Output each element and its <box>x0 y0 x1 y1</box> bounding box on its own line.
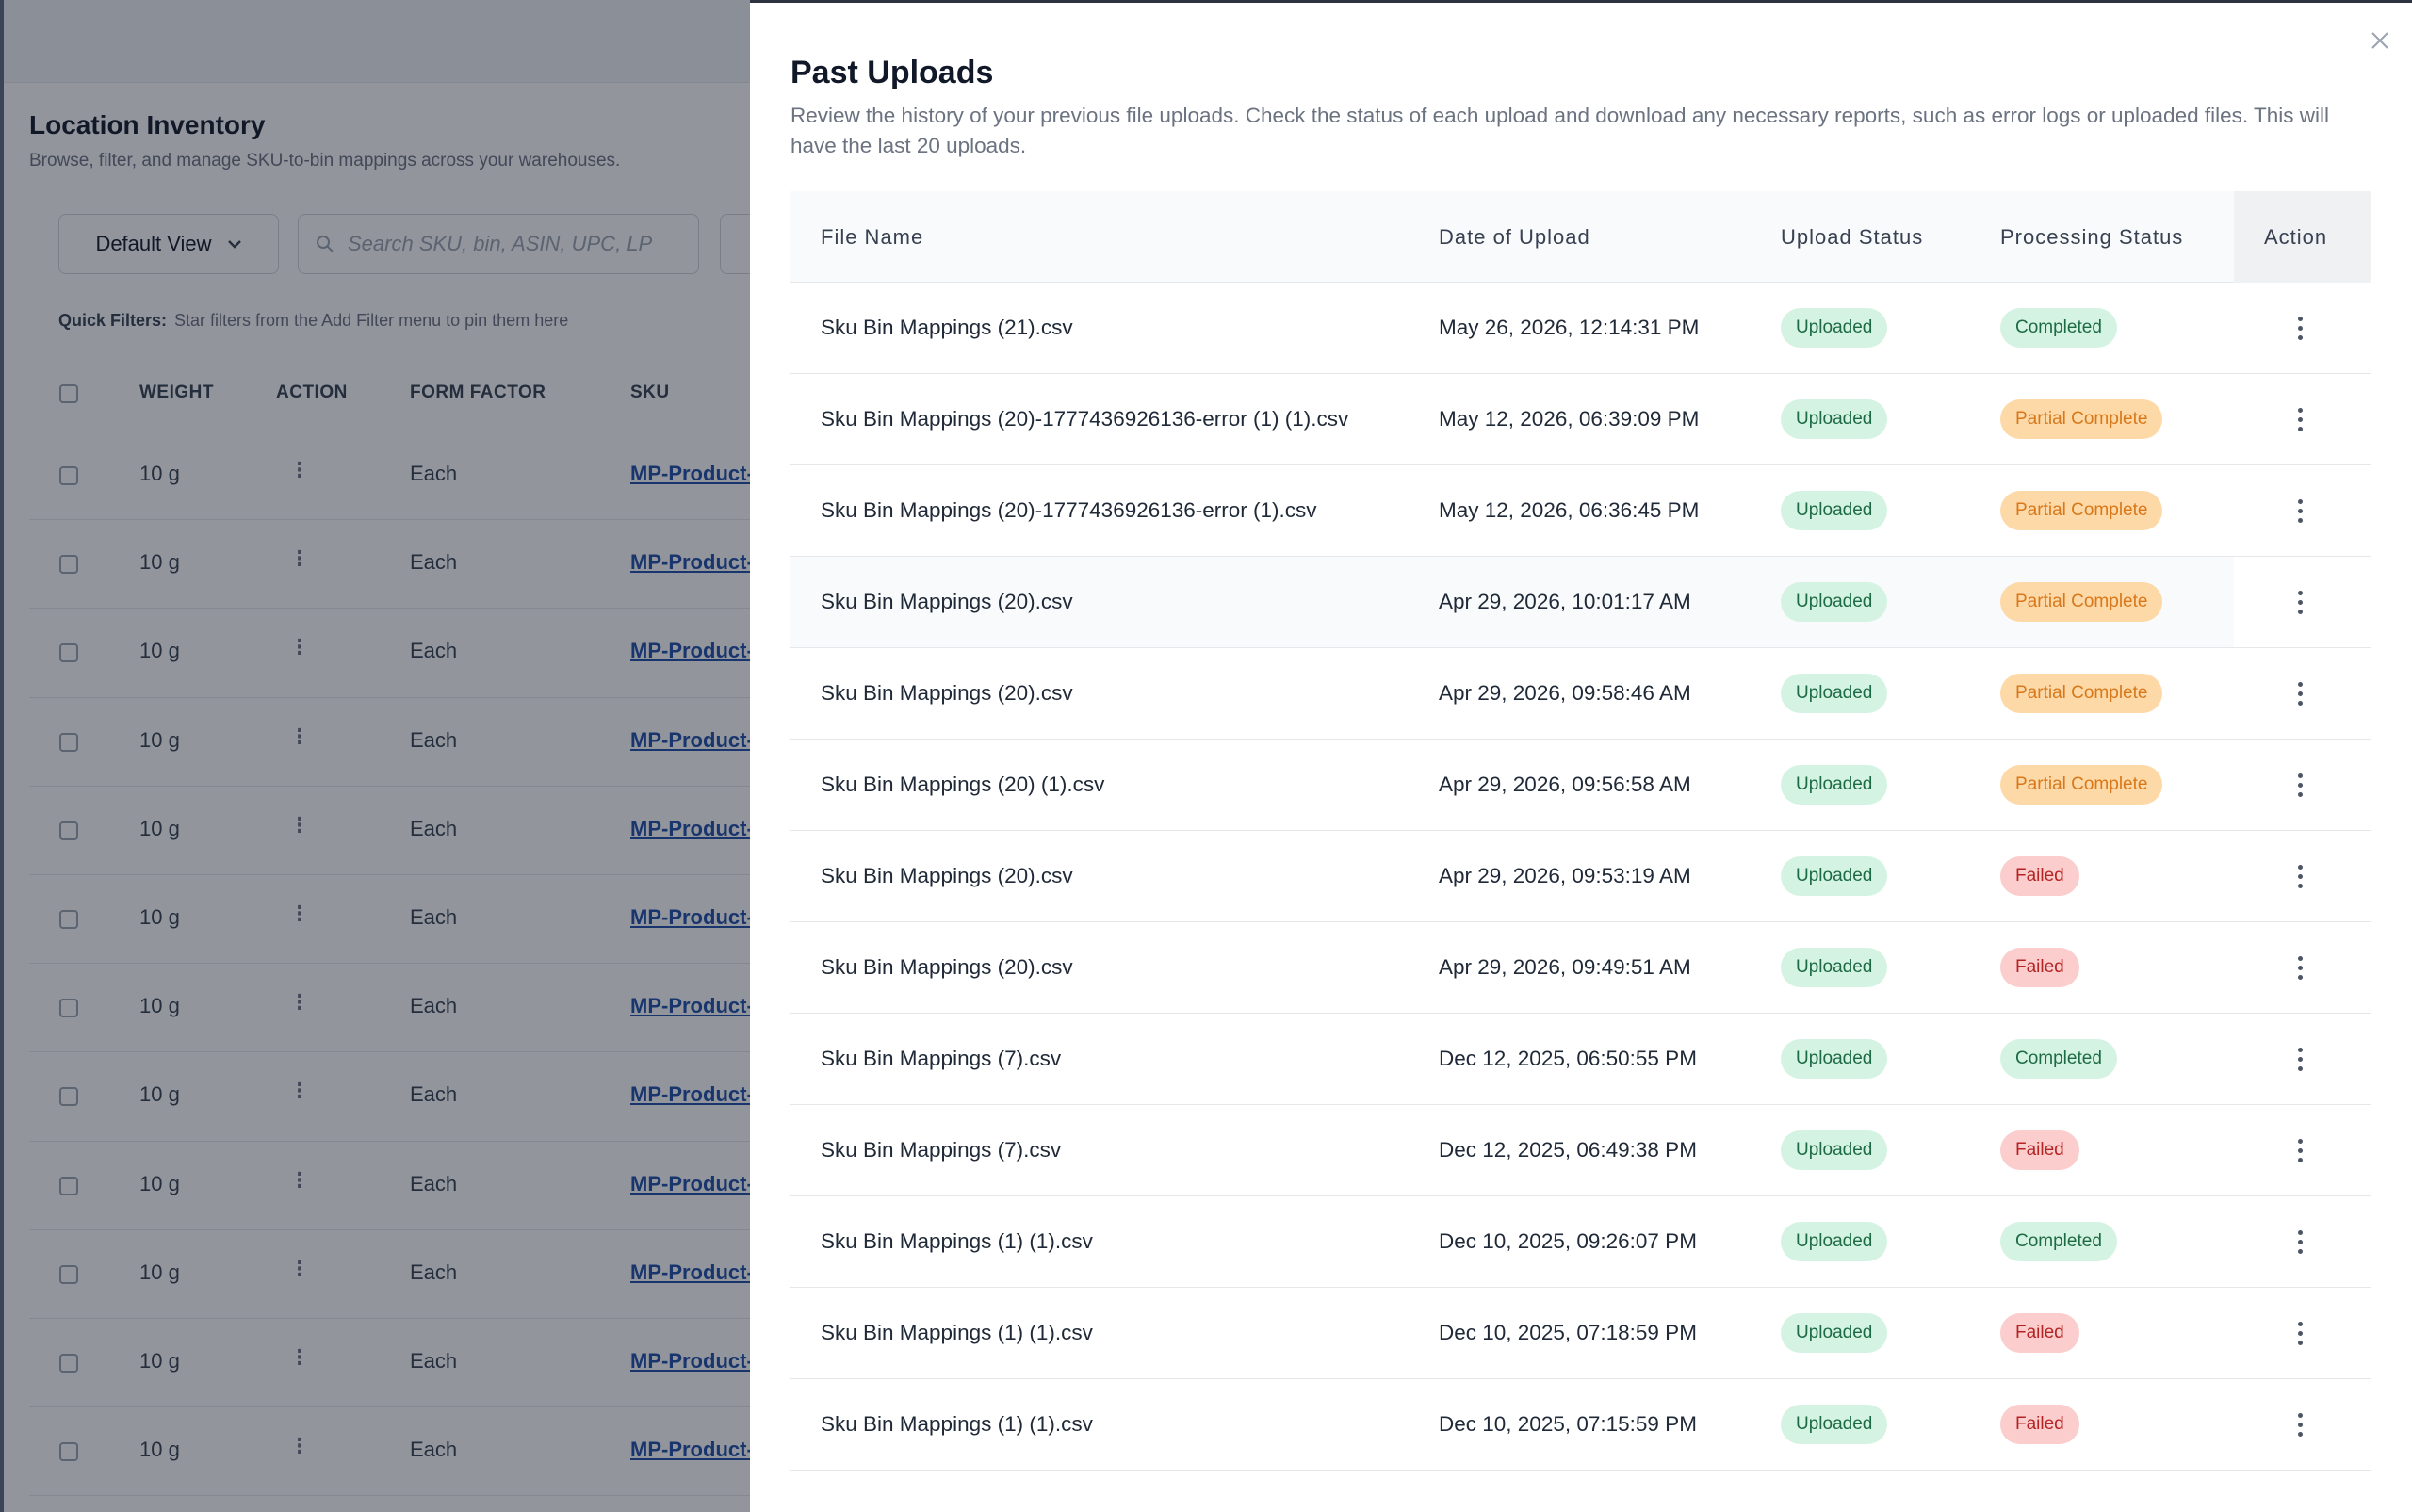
upload-row: Sku Bin Mappings (21).csv May 26, 2026, 1… <box>790 283 2371 374</box>
upload-date: Apr 29, 2026, 09:58:46 AM <box>1439 681 1691 705</box>
file-name: Sku Bin Mappings (20).csv <box>821 681 1073 705</box>
file-name: Sku Bin Mappings (7).csv <box>821 1138 1062 1162</box>
processing-status-badge: Failed <box>2000 1405 2079 1444</box>
upload-row: Sku Bin Mappings (20).csv Apr 29, 2026, 1… <box>790 557 2371 648</box>
upload-row: Sku Bin Mappings (20)-1777436926136-erro… <box>790 465 2371 557</box>
upload-date: Dec 10, 2025, 07:15:59 PM <box>1439 1412 1697 1436</box>
processing-status-badge: Failed <box>2000 1313 2079 1353</box>
file-name: Sku Bin Mappings (20)-1777436926136-erro… <box>821 498 1317 522</box>
row-actions-menu-icon[interactable] <box>2283 1404 2317 1445</box>
upload-date: Dec 12, 2025, 06:49:38 PM <box>1439 1138 1697 1162</box>
left-edge <box>0 0 4 1512</box>
upload-row: Sku Bin Mappings (1) (1).csv Dec 10, 2025… <box>790 1379 2371 1471</box>
processing-status-badge: Completed <box>2000 308 2117 348</box>
upload-date: May 12, 2026, 06:36:45 PM <box>1439 498 1700 522</box>
close-icon <box>2371 32 2388 49</box>
processing-status-badge: Failed <box>2000 856 2079 896</box>
upload-date: Apr 29, 2026, 09:53:19 AM <box>1439 864 1691 887</box>
upload-date: Apr 29, 2026, 09:49:51 AM <box>1439 955 1691 979</box>
upload-date: Dec 10, 2025, 09:26:07 PM <box>1439 1229 1697 1253</box>
upload-date: May 26, 2026, 12:14:31 PM <box>1439 316 1700 339</box>
processing-status-badge: Failed <box>2000 1130 2079 1170</box>
processing-status-badge: Completed <box>2000 1039 2117 1079</box>
row-actions-menu-icon[interactable] <box>2283 1130 2317 1171</box>
modal-description: Review the history of your previous file… <box>790 104 2329 157</box>
processing-status-badge: Completed <box>2000 1222 2117 1261</box>
upload-status-badge: Uploaded <box>1781 491 1888 530</box>
row-actions-menu-icon[interactable] <box>2283 764 2317 805</box>
upload-date: Apr 29, 2026, 09:56:58 AM <box>1439 772 1691 796</box>
upload-row: Sku Bin Mappings (1) (1).csv Dec 10, 2025… <box>790 1288 2371 1379</box>
file-name: Sku Bin Mappings (21).csv <box>821 316 1073 339</box>
processing-status-badge: Partial Complete <box>2000 674 2163 713</box>
modal-backdrop[interactable] <box>0 0 750 1512</box>
column-upload-status: Upload Status <box>1781 224 1924 249</box>
uploads-table: File Name Date of Upload Upload Status P… <box>790 191 2371 1471</box>
row-actions-menu-icon[interactable] <box>2283 1221 2317 1262</box>
column-action: Action <box>2264 224 2328 249</box>
processing-status-badge: Partial Complete <box>2000 491 2163 530</box>
file-name: Sku Bin Mappings (1) (1).csv <box>821 1321 1093 1344</box>
row-actions-menu-icon[interactable] <box>2283 581 2317 623</box>
processing-status-badge: Partial Complete <box>2000 582 2163 622</box>
upload-row: Sku Bin Mappings (20).csv Apr 29, 2026, 0… <box>790 922 2371 1014</box>
file-name: Sku Bin Mappings (1) (1).csv <box>821 1412 1093 1436</box>
column-date-of-upload: Date of Upload <box>1439 224 1590 249</box>
file-name: Sku Bin Mappings (20).csv <box>821 864 1073 887</box>
processing-status-badge: Partial Complete <box>2000 399 2163 439</box>
upload-status-badge: Uploaded <box>1781 308 1888 348</box>
uploads-table-header: File Name Date of Upload Upload Status P… <box>790 191 2371 283</box>
upload-date: Apr 29, 2026, 10:01:17 AM <box>1439 590 1691 613</box>
upload-status-badge: Uploaded <box>1781 948 1888 987</box>
upload-row: Sku Bin Mappings (20).csv Apr 29, 2026, 0… <box>790 648 2371 740</box>
upload-status-badge: Uploaded <box>1781 1405 1888 1444</box>
upload-status-badge: Uploaded <box>1781 856 1888 896</box>
row-actions-menu-icon[interactable] <box>2283 855 2317 897</box>
row-actions-menu-icon[interactable] <box>2283 307 2317 349</box>
file-name: Sku Bin Mappings (20)-1777436926136-erro… <box>821 407 1349 431</box>
upload-row: Sku Bin Mappings (20)-1777436926136-erro… <box>790 374 2371 465</box>
close-button[interactable] <box>2363 24 2397 57</box>
processing-status-badge: Partial Complete <box>2000 765 2163 805</box>
processing-status-badge: Failed <box>2000 948 2079 987</box>
upload-row: Sku Bin Mappings (1) (1).csv Dec 10, 2025… <box>790 1196 2371 1288</box>
upload-status-badge: Uploaded <box>1781 1313 1888 1353</box>
row-actions-menu-icon[interactable] <box>2283 1312 2317 1354</box>
upload-status-badge: Uploaded <box>1781 399 1888 439</box>
row-actions-menu-icon[interactable] <box>2283 673 2317 714</box>
row-actions-menu-icon[interactable] <box>2283 947 2317 988</box>
upload-row: Sku Bin Mappings (7).csv Dec 12, 2025, 06… <box>790 1105 2371 1196</box>
upload-status-badge: Uploaded <box>1781 765 1888 805</box>
row-actions-menu-icon[interactable] <box>2283 490 2317 531</box>
file-name: Sku Bin Mappings (20).csv <box>821 955 1073 979</box>
file-name: Sku Bin Mappings (20) (1).csv <box>821 772 1105 796</box>
file-name: Sku Bin Mappings (1) (1).csv <box>821 1229 1093 1253</box>
column-file-name: File Name <box>821 224 924 249</box>
upload-status-badge: Uploaded <box>1781 1039 1888 1079</box>
upload-date: May 12, 2026, 06:39:09 PM <box>1439 407 1700 431</box>
upload-status-badge: Uploaded <box>1781 1222 1888 1261</box>
modal-title: Past Uploads <box>790 55 994 90</box>
file-name: Sku Bin Mappings (20).csv <box>821 590 1073 613</box>
row-actions-menu-icon[interactable] <box>2283 1038 2317 1080</box>
upload-status-badge: Uploaded <box>1781 582 1888 622</box>
upload-date: Dec 10, 2025, 07:18:59 PM <box>1439 1321 1697 1344</box>
upload-status-badge: Uploaded <box>1781 1130 1888 1170</box>
upload-date: Dec 12, 2025, 06:50:55 PM <box>1439 1047 1697 1070</box>
upload-status-badge: Uploaded <box>1781 674 1888 713</box>
upload-row: Sku Bin Mappings (7).csv Dec 12, 2025, 06… <box>790 1014 2371 1105</box>
upload-row: Sku Bin Mappings (20).csv Apr 29, 2026, 0… <box>790 831 2371 922</box>
upload-row: Sku Bin Mappings (20) (1).csv Apr 29, 202… <box>790 740 2371 831</box>
past-uploads-drawer: Past Uploads Review the history of your … <box>750 0 2412 1512</box>
file-name: Sku Bin Mappings (7).csv <box>821 1047 1062 1070</box>
row-actions-menu-icon[interactable] <box>2283 398 2317 440</box>
column-processing-status: Processing Status <box>2000 224 2184 249</box>
